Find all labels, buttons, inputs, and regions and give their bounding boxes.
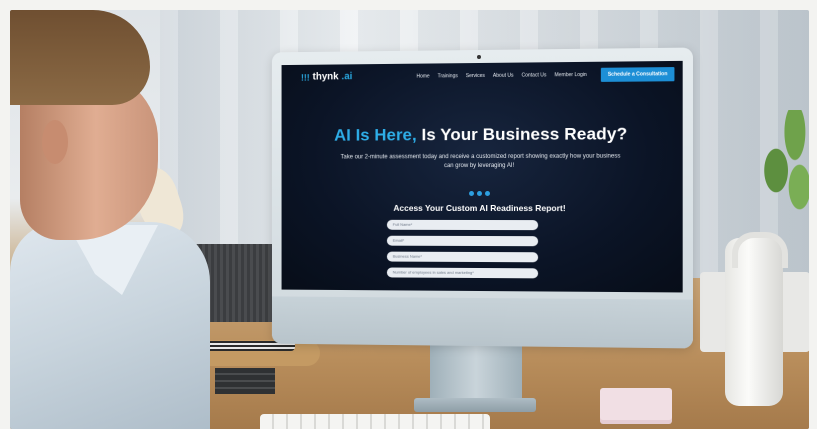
logo-text: thynk: [312, 71, 339, 83]
person-ear: [42, 120, 68, 164]
headline-text: Is Your Business Ready?: [416, 124, 628, 145]
keyboard: [260, 414, 490, 429]
nav-item-member-login[interactable]: Member Login: [554, 72, 586, 78]
hero-subtext: Take our 2-minute assessment today and r…: [340, 153, 621, 169]
imac-monitor: !!! thynk .ai Home Trainings Services Abo…: [271, 47, 693, 349]
sticky-notes: [600, 388, 672, 420]
dots-icon: [282, 190, 683, 197]
logo-mark: !!!: [300, 72, 310, 83]
full-name-field[interactable]: Full Name*: [386, 219, 539, 231]
camera-icon: [477, 54, 481, 60]
nav-item-home[interactable]: Home: [416, 73, 429, 79]
hero-headline: AI Is Here, Is Your Business Ready?: [282, 124, 683, 146]
website-screen: !!! thynk .ai Home Trainings Services Abo…: [281, 60, 683, 293]
headline-highlight: AI Is Here,: [334, 125, 417, 145]
site-logo[interactable]: !!! thynk .ai: [301, 71, 352, 82]
notebooks: [215, 368, 275, 394]
form-title: Access Your Custom AI Readiness Report!: [393, 202, 566, 214]
water-bottle-handle: [732, 232, 788, 268]
photo-scene: !!! thynk .ai Home Trainings Services Abo…: [10, 10, 809, 429]
logo-accent: .ai: [341, 71, 353, 83]
nav-links: Home Trainings Services About Us Contact…: [416, 72, 586, 80]
nav-item-about-us[interactable]: About Us: [493, 73, 514, 79]
plant: [762, 110, 809, 220]
monitor-chin: [271, 296, 693, 349]
monitor-stand: [430, 345, 522, 405]
dot: [484, 190, 490, 196]
email-field[interactable]: Email*: [386, 235, 539, 247]
dot: [476, 190, 482, 197]
nav-item-trainings[interactable]: Trainings: [438, 73, 458, 79]
site-navbar: !!! thynk .ai Home Trainings Services Abo…: [282, 61, 683, 93]
nav-item-services[interactable]: Services: [466, 73, 485, 79]
monitor-stand-base: [414, 398, 536, 412]
nav-item-contact-us[interactable]: Contact Us: [522, 72, 547, 78]
person-hair: [10, 10, 150, 105]
business-name-field[interactable]: Business Name*: [386, 251, 539, 263]
schedule-consultation-button[interactable]: Schedule a Consultation: [600, 67, 675, 82]
dot: [468, 191, 474, 197]
employees-count-field[interactable]: Number of employees in sales and marketi…: [386, 267, 539, 279]
